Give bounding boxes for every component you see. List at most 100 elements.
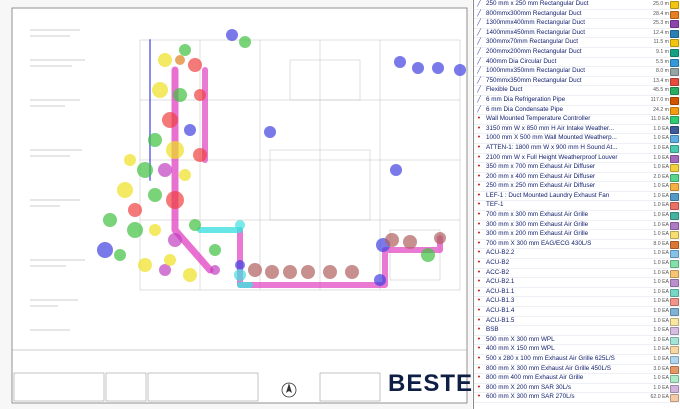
takeoff-item[interactable]: ╱ 300mmx70mm Rectangular Duct 11.5 m <box>474 38 680 48</box>
takeoff-item[interactable]: ╱ 6 mm Dia Refrigeration Pipe 117.0 m <box>474 96 680 106</box>
color-swatch[interactable] <box>670 135 679 144</box>
takeoff-item[interactable]: ╱ 250 mm x 250 mm Rectangular Duct 25.0 m <box>474 0 680 10</box>
takeoff-marker[interactable] <box>193 148 207 162</box>
color-swatch[interactable] <box>670 68 679 77</box>
takeoff-item[interactable]: ╱ Flexible Duct 45.5 m <box>474 86 680 96</box>
takeoff-item[interactable]: • 200 mm x 400 mm Exhaust Air Diffuser 2.0… <box>474 173 680 183</box>
color-swatch[interactable] <box>670 269 679 278</box>
takeoff-marker[interactable] <box>194 89 206 101</box>
color-swatch[interactable] <box>670 125 679 134</box>
takeoff-marker[interactable] <box>189 219 201 231</box>
color-swatch[interactable] <box>670 327 679 336</box>
color-swatch[interactable] <box>670 221 679 230</box>
color-swatch[interactable] <box>670 1 679 9</box>
takeoff-item[interactable]: • ATTEN-1: 1800 mm W x 900 mm H Sound At.… <box>474 144 680 154</box>
takeoff-marker[interactable] <box>265 265 279 279</box>
takeoff-item[interactable]: • ACU-B2.1 1.0 EA <box>474 278 680 288</box>
color-swatch[interactable] <box>670 231 679 240</box>
color-swatch[interactable] <box>670 106 679 115</box>
takeoff-marker[interactable] <box>162 112 178 128</box>
takeoff-item[interactable]: • ACU-B2.2 1.0 EA <box>474 249 680 260</box>
color-swatch[interactable] <box>670 317 679 326</box>
takeoff-item[interactable]: ╱ 1300mmx400mm Rectangular Duct 25.3 m <box>474 19 680 29</box>
takeoff-marker[interactable] <box>179 169 191 181</box>
takeoff-item[interactable]: • 500 mm X 300 mm WPL 1.0 EA <box>474 336 680 346</box>
color-swatch[interactable] <box>670 346 679 355</box>
takeoff-marker[interactable] <box>138 258 152 272</box>
color-swatch[interactable] <box>670 202 679 211</box>
takeoff-item[interactable]: ╱ 200mmx200mm Rectangular Duct 9.1 m <box>474 48 680 58</box>
takeoff-item[interactable]: ╱ 6 mm Dia Condensate Pipe 24.2 m <box>474 106 680 116</box>
takeoff-item[interactable]: • 500 x 280 x 100 mm Exhaust Air Grille 6… <box>474 355 680 365</box>
takeoff-marker[interactable] <box>164 254 176 266</box>
takeoff-marker[interactable] <box>97 242 113 258</box>
takeoff-marker[interactable] <box>226 29 238 41</box>
takeoff-item[interactable]: • 800 mm X 300 mm Exhaust Air Grille 450L… <box>474 365 680 375</box>
takeoff-marker[interactable] <box>390 164 402 176</box>
takeoff-list-panel[interactable]: ╱ 250 mm x 250 mm Rectangular Duct 25.0 m ╱… <box>473 0 680 409</box>
takeoff-item[interactable]: ╱ 750mmx350mm Rectangular Duct 13.4 m <box>474 77 680 87</box>
color-swatch[interactable] <box>670 308 679 316</box>
color-swatch[interactable] <box>670 375 679 384</box>
takeoff-item[interactable]: • ACU-B1.3 1.0 EA <box>474 297 680 307</box>
takeoff-item[interactable]: • 700 mm X 300 mm EAG/ECG 430L/S 8.0 EA <box>474 240 680 250</box>
takeoff-item[interactable]: ╱ 1000mmx350mm Rectangular Duct 8.0 m <box>474 67 680 77</box>
takeoff-marker[interactable] <box>235 260 245 270</box>
takeoff-marker[interactable] <box>209 244 221 256</box>
takeoff-marker[interactable] <box>432 62 444 74</box>
floor-plan[interactable] <box>0 0 472 409</box>
color-swatch[interactable] <box>670 288 679 297</box>
color-swatch[interactable] <box>670 384 679 393</box>
takeoff-item[interactable]: ╱ 1400mmx450mm Rectangular Duct 12.4 m <box>474 29 680 39</box>
color-swatch[interactable] <box>670 10 679 19</box>
color-swatch[interactable] <box>670 240 679 249</box>
takeoff-marker[interactable] <box>173 88 187 102</box>
takeoff-item[interactable]: ╱ 400mm Dia Circular Duct 5.5 m <box>474 58 680 68</box>
takeoff-marker[interactable] <box>239 36 251 48</box>
takeoff-marker[interactable] <box>301 265 315 279</box>
color-swatch[interactable] <box>670 192 679 201</box>
takeoff-marker[interactable] <box>152 82 168 98</box>
takeoff-marker[interactable] <box>124 154 136 166</box>
takeoff-marker[interactable] <box>323 265 337 279</box>
color-swatch[interactable] <box>670 365 679 374</box>
takeoff-marker[interactable] <box>454 64 466 76</box>
color-swatch[interactable] <box>670 39 679 48</box>
takeoff-marker[interactable] <box>235 220 245 230</box>
takeoff-marker[interactable] <box>374 274 386 286</box>
color-swatch[interactable] <box>670 77 679 86</box>
color-swatch[interactable] <box>670 355 679 364</box>
takeoff-marker[interactable] <box>175 55 185 65</box>
takeoff-item[interactable]: • 2100 mm W x Full Height Weatherproof Lo… <box>474 154 680 164</box>
takeoff-item[interactable]: • 300 mm x 300 mm Exhaust Air Grille 1.0 E… <box>474 221 680 231</box>
color-swatch[interactable] <box>670 58 679 67</box>
color-swatch[interactable] <box>670 279 679 288</box>
color-swatch[interactable] <box>670 212 679 221</box>
takeoff-item[interactable]: • ACU-B1.5 1.0 EA <box>474 317 680 327</box>
takeoff-marker[interactable] <box>137 162 153 178</box>
takeoff-marker[interactable] <box>188 58 202 72</box>
takeoff-marker[interactable] <box>149 224 161 236</box>
takeoff-marker[interactable] <box>403 235 417 249</box>
takeoff-marker[interactable] <box>394 56 406 68</box>
color-swatch[interactable] <box>670 164 679 173</box>
takeoff-item[interactable]: • 3150 mm W x 850 mm H Air Intake Weather… <box>474 125 680 135</box>
takeoff-item[interactable]: • TEF-1 1.0 EA <box>474 201 680 212</box>
color-swatch[interactable] <box>670 48 679 57</box>
takeoff-marker[interactable] <box>345 265 359 279</box>
color-swatch[interactable] <box>670 183 679 192</box>
color-swatch[interactable] <box>670 144 679 153</box>
color-swatch[interactable] <box>670 260 679 269</box>
takeoff-marker[interactable] <box>179 44 191 56</box>
color-swatch[interactable] <box>670 87 679 96</box>
takeoff-marker[interactable] <box>412 62 424 74</box>
takeoff-item[interactable]: • 350 mm x 700 mm Exhaust Air Diffuser 1.0… <box>474 163 680 173</box>
color-swatch[interactable] <box>670 20 679 29</box>
takeoff-marker[interactable] <box>148 188 162 202</box>
color-swatch[interactable] <box>670 116 679 125</box>
takeoff-item[interactable]: • 800 mm 400 mm Exhaust Air Grille 1.0 EA <box>474 374 680 384</box>
color-swatch[interactable] <box>670 298 679 307</box>
takeoff-marker[interactable] <box>114 249 126 261</box>
drawing-canvas[interactable]: BESTE <box>0 0 472 409</box>
takeoff-marker[interactable] <box>103 213 117 227</box>
